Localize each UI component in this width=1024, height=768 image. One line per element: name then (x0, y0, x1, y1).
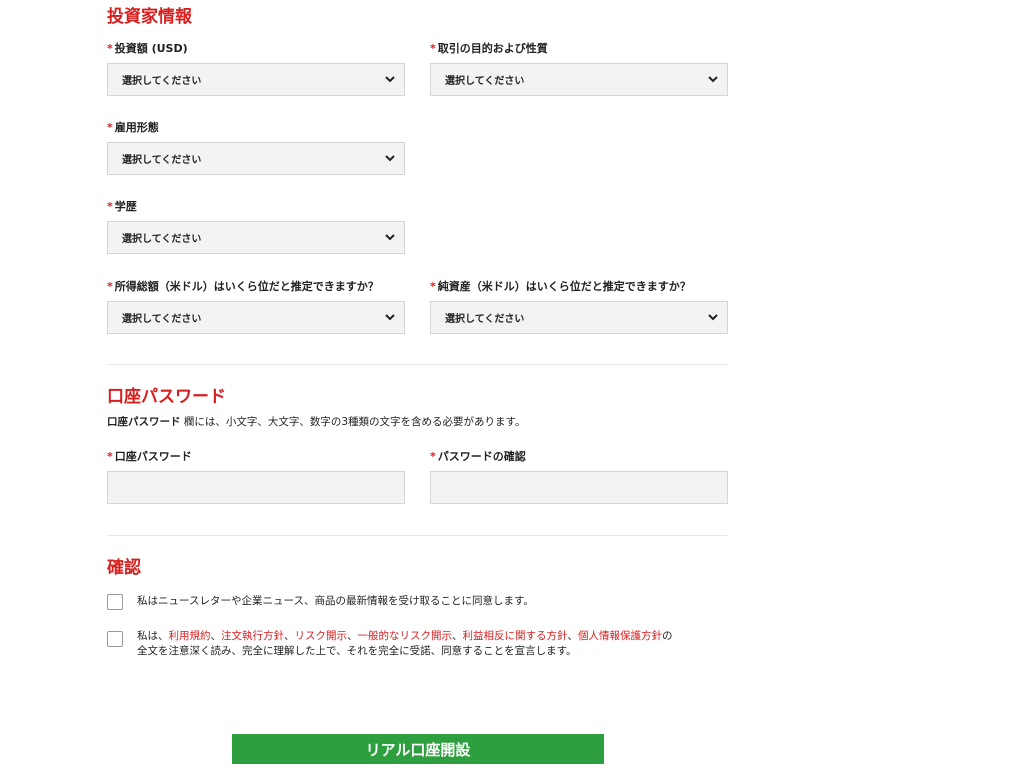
terms-line-2: 全文を注意深く読み、完全に理解した上で、それを完全に受諾、同意することを宣言しま… (137, 645, 577, 657)
note-bold-text: 口座パスワード (107, 416, 181, 428)
select-value: 選択してください (445, 76, 525, 87)
chevron-down-icon (385, 234, 395, 241)
required-mark: * (107, 42, 113, 55)
trading-purpose-select[interactable]: 選択してください (430, 63, 728, 96)
net-worth-label: * 純資産（米ドル）はいくら位だと推定できますか？ (430, 278, 691, 294)
separator: 、 (284, 630, 295, 642)
required-mark: * (107, 280, 113, 293)
chevron-down-icon (708, 314, 718, 321)
order-execution-policy-link[interactable]: 注文執行方針 (221, 630, 284, 642)
select-value: 選択してください (122, 314, 202, 325)
privacy-policy-link[interactable]: 個人情報保護方針 (578, 630, 662, 642)
select-value: 選択してください (122, 76, 202, 87)
note-rest-text: 欄には、小文字、大文字、数字の3種類の文字を含める必要があります。 (180, 416, 526, 428)
account-password-input[interactable] (107, 471, 405, 504)
trading-purpose-label: * 取引の目的および性質 (430, 40, 548, 56)
newsletter-checkbox[interactable] (107, 594, 123, 610)
education-select[interactable]: 選択してください (107, 221, 405, 254)
section-divider (107, 535, 727, 536)
select-value: 選択してください (122, 155, 202, 166)
employment-label-text: 雇用形態 (114, 121, 159, 134)
select-value: 選択してください (445, 314, 525, 325)
education-label-text: 学歴 (114, 200, 137, 213)
password-confirm-label-text: パスワードの確認 (437, 450, 526, 463)
required-mark: * (430, 42, 436, 55)
required-mark: * (430, 280, 436, 293)
chevron-down-icon (385, 76, 395, 83)
select-value: 選択してください (122, 234, 202, 245)
net-worth-label-text: 純資産（米ドル）はいくら位だと推定できますか？ (437, 280, 691, 293)
terms-of-use-link[interactable]: 利用規約 (169, 630, 211, 642)
account-password-label-text: 口座パスワード (114, 450, 192, 463)
section-title-confirm: 確認 (107, 558, 141, 578)
terms-consent-text: 私は、利用規約、注文執行方針、リスク開示、一般的なリスク開示、利益相反に関する方… (137, 629, 737, 659)
chevron-down-icon (708, 76, 718, 83)
trading-purpose-label-text: 取引の目的および性質 (437, 42, 548, 55)
income-label: * 所得総額（米ドル）はいくら位だと推定できますか？ (107, 278, 379, 294)
chevron-down-icon (385, 314, 395, 321)
separator: 、 (210, 630, 222, 642)
separator: 、 (347, 630, 358, 642)
separator: 、 (567, 630, 579, 642)
employment-label: * 雇用形態 (107, 119, 159, 135)
newsletter-consent-text: 私はニュースレターや企業ニュース、商品の最新情報を受け取ることに同意します。 (137, 595, 534, 607)
income-select[interactable]: 選択してください (107, 301, 405, 334)
required-mark: * (430, 450, 436, 463)
terms-suffix: の (662, 630, 673, 642)
chevron-down-icon (385, 155, 395, 162)
separator: 、 (452, 630, 463, 642)
required-mark: * (107, 200, 113, 213)
section-title-investor: 投資家情報 (107, 7, 192, 27)
risk-disclosure-link[interactable]: リスク開示 (295, 630, 348, 642)
net-worth-select[interactable]: 選択してください (430, 301, 728, 334)
general-risk-disclosure-link[interactable]: 一般的なリスク開示 (358, 630, 453, 642)
employment-select[interactable]: 選択してください (107, 142, 405, 175)
open-real-account-button[interactable]: リアル口座開設 (232, 734, 604, 764)
terms-checkbox[interactable] (107, 631, 123, 647)
investment-amount-label-text: 投資額 (USD) (114, 42, 188, 55)
password-confirm-input[interactable] (430, 471, 728, 504)
section-divider (107, 364, 727, 365)
investment-amount-select[interactable]: 選択してください (107, 63, 405, 96)
password-requirement-note: 口座パスワード 欄には、小文字、大文字、数字の3種類の文字を含める必要があります… (107, 414, 525, 429)
terms-prefix: 私は、 (137, 630, 169, 642)
required-mark: * (107, 450, 113, 463)
conflict-of-interest-policy-link[interactable]: 利益相反に関する方針 (463, 630, 568, 642)
section-title-password: 口座パスワード (107, 387, 226, 407)
education-label: * 学歴 (107, 198, 137, 214)
investment-amount-label: * 投資額 (USD) (107, 40, 188, 56)
terms-line-1: 私は、利用規約、注文執行方針、リスク開示、一般的なリスク開示、利益相反に関する方… (137, 629, 737, 644)
income-label-text: 所得総額（米ドル）はいくら位だと推定できますか？ (114, 280, 379, 293)
account-password-label: * 口座パスワード (107, 448, 192, 464)
required-mark: * (107, 121, 113, 134)
password-confirm-label: * パスワードの確認 (430, 448, 526, 464)
